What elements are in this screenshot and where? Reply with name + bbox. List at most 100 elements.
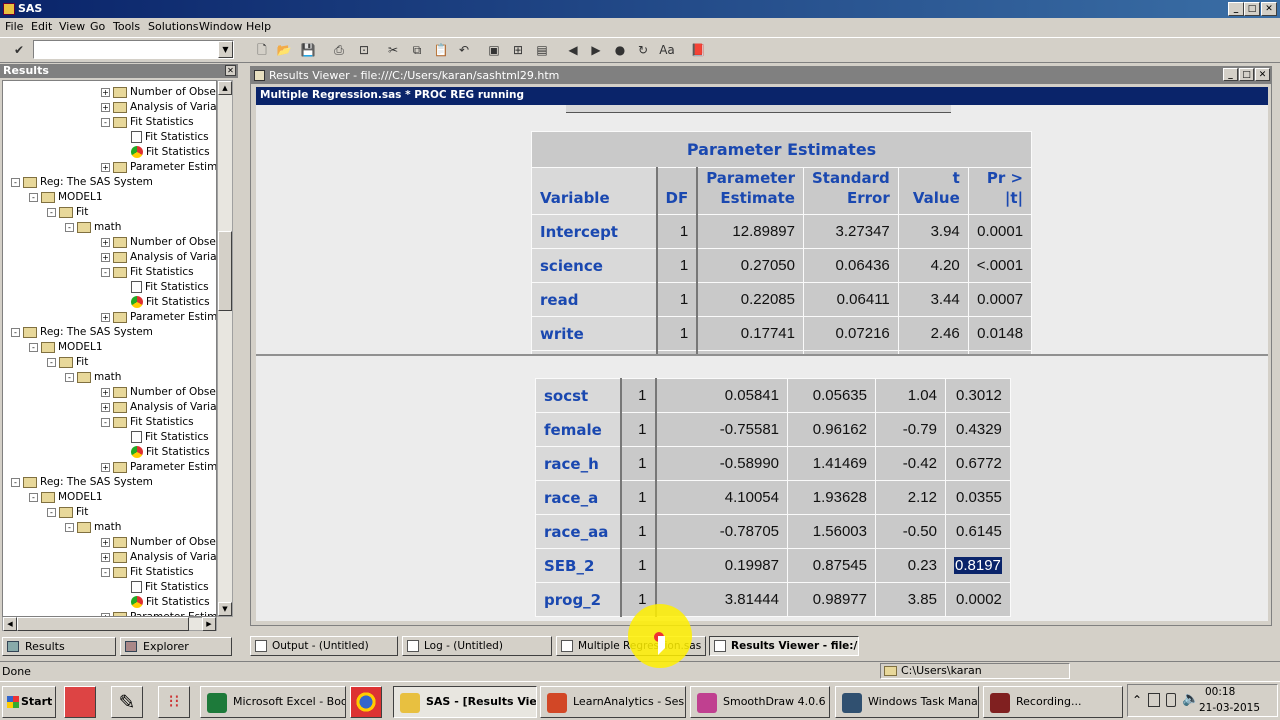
tree-node[interactable]: Fit Statistics xyxy=(119,445,210,460)
tree-horizontal-scrollbar[interactable]: ◀ ▶ xyxy=(2,617,217,631)
clock-date[interactable]: 21-03-2015 xyxy=(1199,702,1260,714)
font-icon[interactable]: Aa xyxy=(658,42,676,58)
save-icon[interactable]: 💾 xyxy=(299,42,317,58)
expand-icon[interactable]: + xyxy=(101,402,110,412)
expand-icon[interactable]: + xyxy=(101,237,110,247)
new-file-icon[interactable]: 🗋 xyxy=(253,42,271,58)
tree-node[interactable]: Fit Statistics xyxy=(119,580,209,595)
tab-results[interactable]: Results xyxy=(2,637,116,656)
estimate-cell[interactable]: 12.89897 xyxy=(696,214,804,249)
tree-node[interactable]: - Fit xyxy=(47,205,88,220)
collapse-icon[interactable]: - xyxy=(47,507,56,517)
tree-node[interactable]: Fit Statistics xyxy=(119,130,209,145)
t-value-cell[interactable]: 2.12 xyxy=(875,480,946,515)
clock-time[interactable]: 00:18 xyxy=(1205,686,1235,698)
tree-node[interactable]: +Parameter Estimates xyxy=(101,610,216,616)
stderr-cell[interactable]: 0.06411 xyxy=(802,282,899,317)
tree-node[interactable]: + Analysis of Variance xyxy=(101,550,216,565)
estimate-cell[interactable]: 0.19987 xyxy=(654,548,788,583)
current-directory[interactable]: C:\Users\karan xyxy=(880,663,1070,679)
estimate-cell[interactable]: -0.78705 xyxy=(654,514,788,549)
p-value-cell[interactable]: 0.0007 xyxy=(967,282,1033,317)
p-value-cell[interactable]: 0.0002 xyxy=(945,582,1011,617)
t-value-cell[interactable]: -0.42 xyxy=(875,446,946,481)
p-value-cell[interactable]: 0.0001 xyxy=(967,214,1033,249)
taskbar-item-sas[interactable]: SAS - [Results Vie... xyxy=(393,686,537,718)
copy-icon[interactable]: ⧉ xyxy=(408,42,426,58)
tree-node[interactable]: - Fit Statistics xyxy=(101,115,194,130)
stderr-cell[interactable]: 1.56003 xyxy=(787,514,876,549)
start-button[interactable]: Start xyxy=(2,686,56,718)
scroll-left-icon[interactable]: ◀ xyxy=(3,617,17,631)
tree-node[interactable]: - Reg: The SAS System xyxy=(11,325,153,340)
stderr-cell[interactable]: 0.98977 xyxy=(787,582,876,617)
stop-icon[interactable]: ● xyxy=(611,42,629,58)
taskbar-item-smoothdraw[interactable]: SmoothDraw 4.0.6 xyxy=(690,686,830,718)
tree-node[interactable]: - MODEL1 xyxy=(29,490,103,505)
df-cell[interactable]: 1 xyxy=(620,480,656,515)
menu-go[interactable]: Go xyxy=(90,20,105,33)
menu-tools[interactable]: Tools xyxy=(113,20,140,33)
explorer-icon[interactable]: ⊞ xyxy=(509,42,527,58)
estimate-cell[interactable]: 0.05841 xyxy=(654,378,788,413)
expand-icon[interactable]: + xyxy=(101,537,110,547)
tree-node[interactable]: +Parameter Estimates xyxy=(101,160,216,175)
paste-icon[interactable]: 📋 xyxy=(432,42,450,58)
variable-cell[interactable]: science xyxy=(531,248,658,283)
menu-edit[interactable]: Edit xyxy=(31,20,52,33)
maximize-button[interactable]: □ xyxy=(1244,2,1260,16)
expand-icon[interactable]: + xyxy=(101,462,110,472)
t-value-cell[interactable]: 2.46 xyxy=(897,316,969,351)
estimate-cell[interactable]: -0.58990 xyxy=(654,446,788,481)
stderr-cell[interactable]: 0.87545 xyxy=(787,548,876,583)
p-value-cell[interactable]: 0.6145 xyxy=(945,514,1011,549)
taskbar-item-task-manager[interactable]: Windows Task Mana... xyxy=(835,686,979,718)
collapse-icon[interactable]: - xyxy=(101,117,110,127)
library-icon[interactable]: ▤ xyxy=(533,42,551,58)
tree-node[interactable]: + Analysis of Variance xyxy=(101,250,216,265)
print-preview-icon[interactable]: ⊡ xyxy=(355,42,373,58)
df-cell[interactable]: 1 xyxy=(620,446,656,481)
tree-node[interactable]: + Analysis of Variance xyxy=(101,400,216,415)
help-book-icon[interactable]: 📕 xyxy=(689,42,707,58)
stderr-cell[interactable]: 3.27347 xyxy=(802,214,899,249)
expand-icon[interactable]: + xyxy=(101,87,110,97)
p-value-cell[interactable]: <.0001 xyxy=(967,248,1033,283)
t-value-cell[interactable]: 3.85 xyxy=(875,582,946,617)
scroll-down-icon[interactable]: ▼ xyxy=(218,602,232,616)
minimize-button[interactable]: _ xyxy=(1228,2,1244,16)
results-tree[interactable]: + Number of Observatic + Analysis of Varian… xyxy=(2,80,217,617)
variable-cell[interactable]: SEB_2 xyxy=(535,548,622,583)
volume-icon[interactable]: 🔈 xyxy=(1182,691,1199,707)
quicklaunch-apps-grid-icon[interactable]: ⁝⁝ xyxy=(158,686,190,718)
collapse-icon[interactable]: - xyxy=(29,342,38,352)
collapse-icon[interactable]: - xyxy=(11,327,20,337)
tab-explorer[interactable]: Explorer xyxy=(120,637,232,656)
tree-vertical-scrollbar[interactable]: ▲ ▼ xyxy=(217,80,233,617)
expand-icon[interactable]: + xyxy=(101,387,110,397)
taskbar-item-excel[interactable]: Microsoft Excel - Book1 xyxy=(200,686,346,718)
back-arrow-icon[interactable]: ◀ xyxy=(564,42,582,58)
refresh-icon[interactable]: ↻ xyxy=(634,42,652,58)
expand-icon[interactable]: + xyxy=(101,552,110,562)
scroll-thumb[interactable] xyxy=(218,231,232,311)
scroll-thumb-horizontal[interactable] xyxy=(17,617,189,631)
collapse-icon[interactable]: - xyxy=(65,522,74,532)
collapse-icon[interactable]: - xyxy=(11,477,20,487)
tree-node[interactable]: Fit Statistics xyxy=(119,145,210,160)
stderr-cell[interactable]: 0.96162 xyxy=(787,412,876,447)
tray-expand-icon[interactable]: ⌃ xyxy=(1132,693,1142,707)
p-value-cell[interactable]: 0.6772 xyxy=(945,446,1011,481)
window-tab-log[interactable]: Log - (Untitled) xyxy=(402,636,552,656)
t-value-cell[interactable]: -0.50 xyxy=(875,514,946,549)
stderr-cell[interactable]: 0.06436 xyxy=(802,248,899,283)
expand-icon[interactable]: + xyxy=(101,252,110,262)
app-title-bar[interactable]: SAS _ □ ✕ xyxy=(0,0,1280,18)
estimate-cell[interactable]: -0.75581 xyxy=(654,412,788,447)
viewer-minimize-button[interactable]: _ xyxy=(1223,68,1238,81)
tree-node[interactable]: - Fit xyxy=(47,505,88,520)
forward-arrow-icon[interactable]: ▶ xyxy=(587,42,605,58)
close-button[interactable]: ✕ xyxy=(1261,2,1277,16)
df-cell[interactable]: 1 xyxy=(620,514,656,549)
variable-cell[interactable]: race_aa xyxy=(535,514,622,549)
